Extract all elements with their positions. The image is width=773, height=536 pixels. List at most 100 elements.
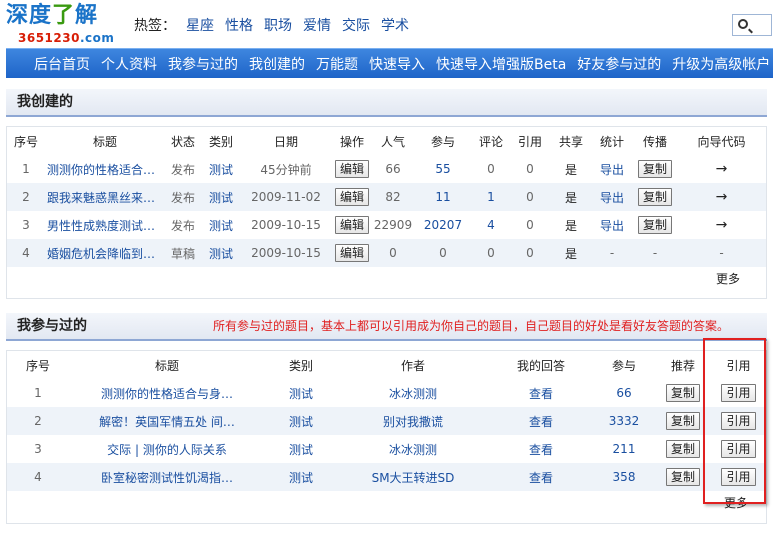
col-header: 我的回答 [489, 351, 593, 379]
recommend-cell: 复制 [655, 379, 711, 407]
joined-more-link[interactable]: 更多 [7, 491, 766, 515]
tag-link[interactable]: 爱情 [303, 15, 331, 35]
type-link[interactable]: 测试 [201, 239, 241, 267]
type-link[interactable]: 测试 [201, 211, 241, 239]
edit-button[interactable]: 编辑 [334, 160, 369, 178]
guide-arrow-icon[interactable]: → [677, 211, 766, 239]
status-cell: 发布 [170, 162, 195, 177]
tag-link[interactable]: 性格 [225, 15, 253, 35]
type-link[interactable]: 测试 [265, 463, 337, 491]
date-cell: 2009-11-02 [241, 183, 331, 211]
nav-item-joined[interactable]: 我参与过的 [168, 54, 238, 74]
nav-item-quick-import[interactable]: 快速导入 [369, 54, 425, 74]
participants-link[interactable]: 3332 [593, 407, 655, 435]
quiz-title-link[interactable]: 卧室秘密测试性饥渴指… [69, 463, 265, 491]
quiz-title-link[interactable]: 男性性成熟度测试… [45, 211, 165, 239]
col-header: 状态 [165, 127, 201, 155]
reference-button[interactable]: 引用 [721, 468, 756, 486]
view-answer-link[interactable]: 查看 [489, 435, 593, 463]
type-link[interactable]: 测试 [265, 407, 337, 435]
tag-link[interactable]: 学术 [381, 15, 409, 35]
copy-button[interactable]: 复制 [637, 216, 672, 234]
copy-button[interactable]: 复制 [665, 384, 700, 402]
share-cell: 是 [551, 239, 591, 267]
search-input[interactable] [732, 14, 772, 36]
author-link[interactable]: 冰冰测测 [337, 435, 489, 463]
nav-item-created[interactable]: 我创建的 [249, 54, 305, 74]
view-answer-link[interactable]: 查看 [489, 379, 593, 407]
created-more-link[interactable]: 更多 [7, 267, 766, 291]
references-cell: 0 [509, 183, 551, 211]
created-header-row: 序号 标题 状态 类别 日期 操作 人气 参与 评论 引用 共享 统计 传播 向… [7, 127, 766, 155]
copy-button[interactable]: 复制 [665, 440, 700, 458]
participants-link[interactable]: 55 [413, 155, 473, 183]
author-link[interactable]: 冰冰测测 [337, 379, 489, 407]
quiz-title-link[interactable]: 交际 | 测你的人际关系 [69, 435, 265, 463]
references-cell: 0 [526, 218, 534, 232]
copy-button[interactable]: 复制 [665, 412, 700, 430]
edit-button[interactable]: 编辑 [334, 216, 369, 234]
nav-item-universal[interactable]: 万能题 [316, 54, 358, 74]
nav-item-home[interactable]: 后台首页 [34, 54, 90, 74]
col-header: 引用 [509, 127, 551, 155]
participants-link[interactable]: 11 [413, 183, 473, 211]
quiz-title-link[interactable]: 婚姻危机会降临到… [45, 239, 165, 267]
participants-link[interactable]: 20207 [413, 211, 473, 239]
col-header: 参与 [413, 127, 473, 155]
export-link[interactable]: 导出 [591, 155, 633, 183]
author-link[interactable]: SM大王转进SD [337, 463, 489, 491]
tag-link[interactable]: 星座 [186, 15, 214, 35]
type-link[interactable]: 测试 [265, 435, 337, 463]
tag-link[interactable]: 交际 [342, 15, 370, 35]
logo-domain-number: 3651230 [18, 31, 80, 45]
guide-arrow-icon[interactable]: → [677, 155, 766, 183]
participants-link[interactable]: 66 [593, 379, 655, 407]
author-link[interactable]: 别对我撒谎 [337, 407, 489, 435]
col-header: 推荐 [655, 351, 711, 379]
type-link[interactable]: 测试 [201, 155, 241, 183]
created-table: 序号 标题 状态 类别 日期 操作 人气 参与 评论 引用 共享 统计 传播 向… [7, 127, 766, 267]
recommend-cell: 复制 [655, 463, 711, 491]
edit-button[interactable]: 编辑 [334, 188, 369, 206]
search-icon[interactable] [738, 19, 748, 29]
site-logo[interactable]: 深度了解 3651230.com [6, 4, 114, 46]
reference-button[interactable]: 引用 [721, 384, 756, 402]
edit-button[interactable]: 编辑 [334, 244, 369, 262]
row-number: 1 [34, 386, 42, 400]
nav-item-profile[interactable]: 个人资料 [101, 54, 157, 74]
copy-button[interactable]: 复制 [637, 188, 672, 206]
type-link[interactable]: 测试 [201, 183, 241, 211]
view-answer-link[interactable]: 查看 [489, 407, 593, 435]
reference-button[interactable]: 引用 [721, 440, 756, 458]
guide-arrow-icon[interactable]: → [677, 183, 766, 211]
type-link[interactable]: 测试 [265, 379, 337, 407]
export-link[interactable]: 导出 [591, 183, 633, 211]
status-cell: 发布 [170, 218, 195, 233]
row-number: 2 [7, 407, 69, 435]
nav-item-upgrade[interactable]: 升级为高级帐户 [672, 54, 770, 74]
comments-cell[interactable]: 4 [473, 211, 509, 239]
participants-cell: 0 [413, 239, 473, 267]
view-answer-link[interactable]: 查看 [489, 463, 593, 491]
ref-cell: 引用 [711, 407, 766, 435]
share-cell: 是 [551, 183, 591, 211]
reference-button[interactable]: 引用 [721, 412, 756, 430]
copy-button[interactable]: 复制 [637, 160, 672, 178]
nav-item-quick-import-beta[interactable]: 快速导入增强版Beta [436, 54, 566, 74]
comments-cell[interactable]: 1 [473, 183, 509, 211]
nav-item-friends-joined[interactable]: 好友参与过的 [577, 54, 661, 74]
quiz-title-link[interactable]: 测测你的性格适合… [45, 155, 165, 183]
export-link[interactable]: 导出 [591, 211, 633, 239]
col-header: 操作 [331, 127, 373, 155]
stat-cell: - [591, 239, 633, 267]
col-header: 序号 [7, 127, 45, 155]
quiz-title-link[interactable]: 跟我来魅惑黑丝来… [45, 183, 165, 211]
tag-link[interactable]: 职场 [264, 15, 292, 35]
participants-link[interactable]: 358 [593, 463, 655, 491]
participants-link[interactable]: 211 [593, 435, 655, 463]
created-panel: 序号 标题 状态 类别 日期 操作 人气 参与 评论 引用 共享 统计 传播 向… [6, 126, 767, 299]
quiz-title-link[interactable]: 测测你的性格适合与身… [69, 379, 265, 407]
comments-cell: 0 [473, 239, 509, 267]
quiz-title-link[interactable]: 解密！英国军情五处 间… [69, 407, 265, 435]
copy-button[interactable]: 复制 [665, 468, 700, 486]
